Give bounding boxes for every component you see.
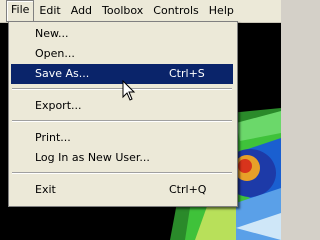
menu-bar: File Edit Add Toolbox Controls Help (0, 0, 281, 23)
menu-item-label: Save As... (35, 67, 90, 80)
menu-item-label: Log In as New User... (35, 151, 150, 164)
menu-item-label: Exit (35, 183, 56, 196)
menu-separator (12, 172, 232, 174)
menu-help[interactable]: Help (204, 1, 239, 21)
mouse-cursor-icon (122, 80, 136, 101)
menu-item-label: Open... (35, 47, 75, 60)
menu-item-label: New... (35, 27, 69, 40)
menu-item-login[interactable]: Log In as New User... (11, 148, 233, 168)
menu-item-shortcut: Ctrl+Q (169, 183, 207, 196)
menu-add[interactable]: Add (66, 1, 97, 21)
menu-item-new[interactable]: New... (11, 24, 233, 44)
menu-edit[interactable]: Edit (34, 1, 65, 21)
menu-separator (12, 120, 232, 122)
menu-toolbox[interactable]: Toolbox (97, 1, 148, 21)
menu-file[interactable]: File (6, 0, 35, 22)
menu-item-label: Print... (35, 131, 71, 144)
menu-item-print[interactable]: Print... (11, 128, 233, 148)
menu-item-label: Export... (35, 99, 82, 112)
menu-item-shortcut: Ctrl+S (169, 67, 205, 80)
menu-item-open[interactable]: Open... (11, 44, 233, 64)
file-menu-dropdown: New... Open... Save As... Ctrl+S Export.… (8, 21, 238, 207)
menu-item-exit[interactable]: Exit Ctrl+Q (11, 180, 233, 200)
menu-controls[interactable]: Controls (148, 1, 204, 21)
